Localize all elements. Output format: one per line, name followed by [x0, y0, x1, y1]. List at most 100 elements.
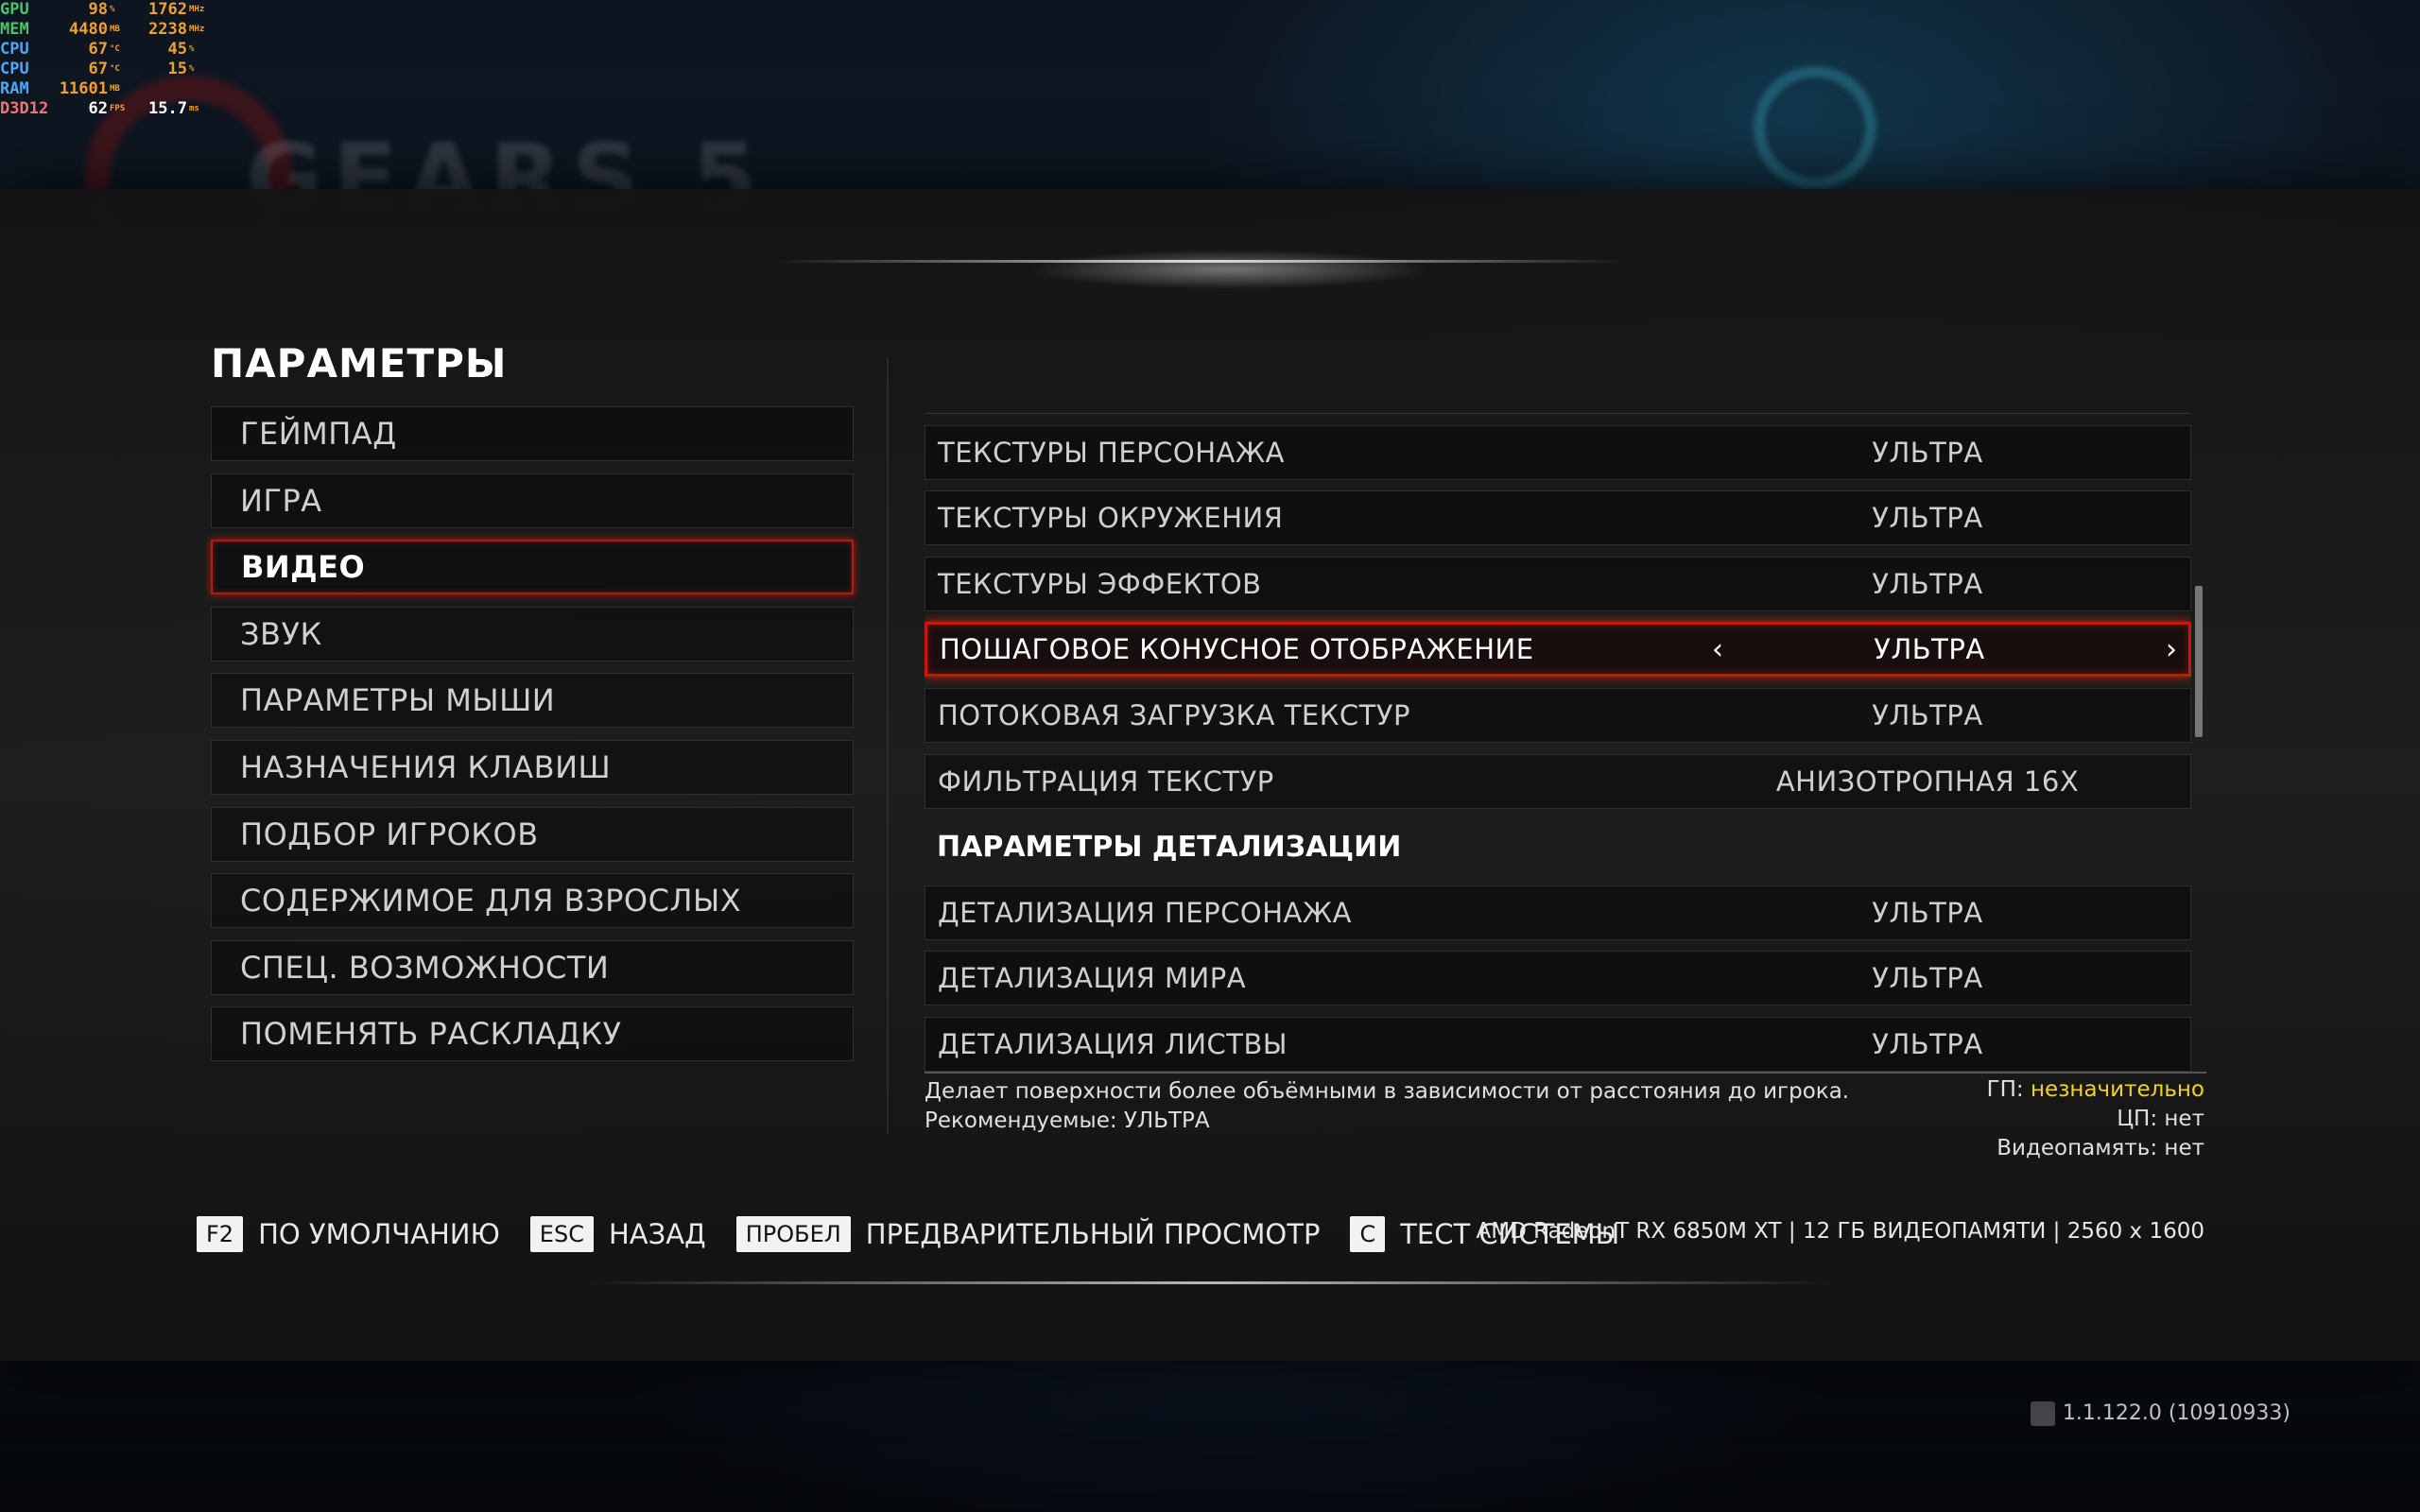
hud-v1: 4480	[69, 20, 108, 39]
setting-label: ПОШАГОВОЕ КОНУСНОЕ ОТОБРАЖЕНИЕ	[940, 633, 1534, 666]
setting-label: ТЕКСТУРЫ ПЕРСОНАЖА	[938, 436, 1285, 469]
settings-list: ТЕКСТУРЫ ПЕРСОНАЖА УЛЬТРА ТЕКСТУРЫ ОКРУЖЕН…	[925, 404, 2191, 1077]
hud-label: MEM	[0, 20, 29, 39]
setting-row[interactable]: ТЕКСТУРЫ ОКРУЖЕНИЯ УЛЬТРА	[925, 490, 2191, 546]
background-bottom-bar	[0, 1361, 2420, 1512]
hud-u2: MHz	[189, 5, 205, 14]
gpu-impact-label: ГП:	[1986, 1077, 2031, 1102]
key-hint[interactable]: C	[1350, 1216, 1386, 1252]
hud-v1: 67	[88, 60, 108, 78]
hud-u2: MHz	[189, 25, 205, 34]
setting-label: ТЕКСТУРЫ ОКРУЖЕНИЯ	[938, 502, 1284, 535]
setting-value: УЛЬТРА	[1872, 698, 1983, 731]
hud-row: CPU 67 °C 15%	[0, 60, 210, 79]
key-hint[interactable]: ESC	[529, 1216, 594, 1252]
cpu-impact: ЦП: нет	[2117, 1107, 2204, 1131]
panel-top-glow	[945, 217, 1512, 321]
nav-item[interactable]: НАЗНАЧЕНИЯ КЛАВИШ	[211, 739, 854, 795]
settings-nav: ГЕЙМПАД ИГРА ВИДЕО ЗВУК ПАРАМЕТРЫ МЫШИ НАЗНАЧ…	[211, 406, 854, 1074]
hud-u2	[187, 79, 210, 99]
hud-row: D3D12 62 FPS 15.7 ms	[0, 99, 210, 119]
hud-u2: %	[189, 64, 195, 74]
hud-u1: MB	[110, 84, 120, 94]
hud-row: CPU 67 °C 45%	[0, 40, 210, 60]
setting-row[interactable]: ДЕТАЛИЗАЦИЯ МИРА УЛЬТРА	[925, 951, 2191, 1006]
key-hint[interactable]: ПРОБЕЛ	[735, 1216, 851, 1252]
performance-impact: ГП: незначительно ЦП: нет Видеопамять: н…	[1987, 1075, 2204, 1163]
setting-value: УЛЬТРА	[1872, 567, 1983, 600]
page-title: ПАРАМЕТРЫ	[211, 340, 508, 387]
setting-label: ДЕТАЛИЗАЦИЯ ЛИСТВЫ	[938, 1027, 1288, 1060]
setting-value: УЛЬТРА	[1874, 633, 1985, 666]
version-icon	[2030, 1401, 2055, 1426]
hud-label: RAM	[0, 79, 29, 98]
nav-item[interactable]: СПЕЦ. ВОЗМОЖНОСТИ	[211, 939, 854, 995]
recommended-text: Рекомендуемые: УЛЬТРА	[925, 1108, 1210, 1133]
arrow-right-icon[interactable]: ›	[2166, 633, 2178, 666]
list-top-edge	[925, 404, 2191, 414]
settings-scrollbar[interactable]	[2195, 586, 2203, 737]
hud-u1: °C	[110, 64, 120, 74]
setting-row[interactable]: ПОШАГОВОЕ КОНУСНОЕ ОТОБРАЖЕНИЕ ‹ › УЛЬТРА	[925, 622, 2191, 678]
hud-v1: 11601	[59, 79, 108, 98]
hud-row: GPU 98% 1762 MHz	[0, 0, 210, 20]
hud-v2: 15.7	[148, 99, 187, 118]
section-heading: ПАРАМЕТРЫ ДЕТАЛИЗАЦИИ	[937, 830, 1402, 864]
setting-label: ФИЛЬТРАЦИЯ ТЕКСТУР	[938, 765, 1274, 798]
hud-u1: FPS	[110, 104, 126, 113]
hud-v2: 45	[167, 40, 187, 59]
setting-row[interactable]: ТЕКСТУРЫ ПЕРСОНАЖА УЛЬТРА	[925, 424, 2191, 480]
hud-row: RAM 11601 MB	[0, 79, 210, 99]
setting-row[interactable]: ФИЛЬТРАЦИЯ ТЕКСТУР АНИЗОТРОПНАЯ 16X	[925, 753, 2191, 809]
hud-u1: °C	[110, 44, 120, 54]
setting-row[interactable]: ПОТОКОВАЯ ЗАГРУЗКА ТЕКСТУР УЛЬТРА	[925, 687, 2191, 743]
nav-item[interactable]: ГЕЙМПАД	[211, 406, 854, 461]
setting-label: ДЕТАЛИЗАЦИЯ МИРА	[938, 962, 1247, 995]
hud-label: D3D12	[0, 99, 49, 118]
hud-v1: 98	[88, 0, 108, 19]
setting-label: ДЕТАЛИЗАЦИЯ ПЕРСОНАЖА	[938, 896, 1352, 929]
footer-hints: F2 ПО УМОЛЧАНИЮ ESC НАЗАД ПРОБЕЛ ПРЕДВАРИТЕЛЬ…	[197, 1216, 1650, 1252]
hud-u2: ms	[189, 104, 199, 113]
hud-u1: MB	[110, 25, 120, 34]
setting-value: УЛЬТРА	[1872, 502, 1983, 535]
nav-item[interactable]: ИГРА	[211, 472, 854, 528]
hud-row: MEM 4480 MB 2238 MHz	[0, 20, 210, 40]
nav-item[interactable]: ЗВУК	[211, 606, 854, 662]
hud-v2: 1762	[148, 0, 187, 19]
info-divider	[925, 1072, 2206, 1074]
nav-item[interactable]: ВИДЕО	[211, 540, 854, 595]
setting-label: ПОТОКОВАЯ ЗАГРУЗКА ТЕКСТУР	[938, 698, 1410, 731]
setting-value: УЛЬТРА	[1872, 962, 1983, 995]
hud-label: CPU	[0, 60, 29, 78]
key-hint-label[interactable]: ПО УМОЛЧАНИЮ	[258, 1218, 500, 1250]
nav-item[interactable]: ПАРАМЕТРЫ МЫШИ	[211, 673, 854, 729]
vram-impact: Видеопамять: нет	[1996, 1136, 2204, 1160]
setting-value: УЛЬТРА	[1872, 896, 1983, 929]
arrow-left-icon[interactable]: ‹	[1712, 633, 1724, 666]
gpu-impact-value: незначительно	[2031, 1077, 2204, 1102]
hud-u2: %	[189, 44, 195, 54]
setting-row[interactable]: ТЕКСТУРЫ ЭФФЕКТОВ УЛЬТРА	[925, 556, 2191, 611]
hud-v2: 15	[167, 60, 187, 78]
setting-description: Делает поверхности более объёмными в зав…	[925, 1077, 1849, 1136]
setting-value: АНИЗОТРОПНАЯ 16X	[1775, 765, 2080, 798]
nav-item[interactable]: СОДЕРЖИМОЕ ДЛЯ ВЗРОСЛЫХ	[211, 873, 854, 929]
hud-v2	[130, 79, 187, 99]
hud-v1: 67	[88, 40, 108, 59]
key-hint-label[interactable]: ПРЕДВАРИТЕЛЬНЫЙ ПРОСМОТР	[866, 1218, 1321, 1250]
gpu-impact: ГП: незначительно	[1987, 1075, 2204, 1105]
description-text: Делает поверхности более объёмными в зав…	[925, 1079, 1850, 1104]
setting-value: УЛЬТРА	[1872, 1027, 1983, 1060]
hud-label: CPU	[0, 40, 29, 59]
nav-item[interactable]: ПОДБОР ИГРОКОВ	[211, 806, 854, 862]
key-hint[interactable]: F2	[197, 1216, 244, 1252]
setting-row[interactable]: ДЕТАЛИЗАЦИЯ ЛИСТВЫ УЛЬТРА	[925, 1016, 2191, 1072]
system-info: AMD RadeonT RX 6850M XT | 12 ГБ ВИДЕОПАМ…	[1476, 1219, 2205, 1244]
hud-label: GPU	[0, 0, 29, 19]
setting-row[interactable]: ДЕТАЛИЗАЦИЯ ПЕРСОНАЖА УЛЬТРА	[925, 885, 2191, 940]
key-hint-label[interactable]: НАЗАД	[609, 1218, 706, 1250]
nav-item[interactable]: ПОМЕНЯТЬ РАСКЛАДКУ	[211, 1006, 854, 1062]
panel-bottom-divider	[586, 1281, 1834, 1284]
hud-u1: %	[110, 5, 115, 14]
